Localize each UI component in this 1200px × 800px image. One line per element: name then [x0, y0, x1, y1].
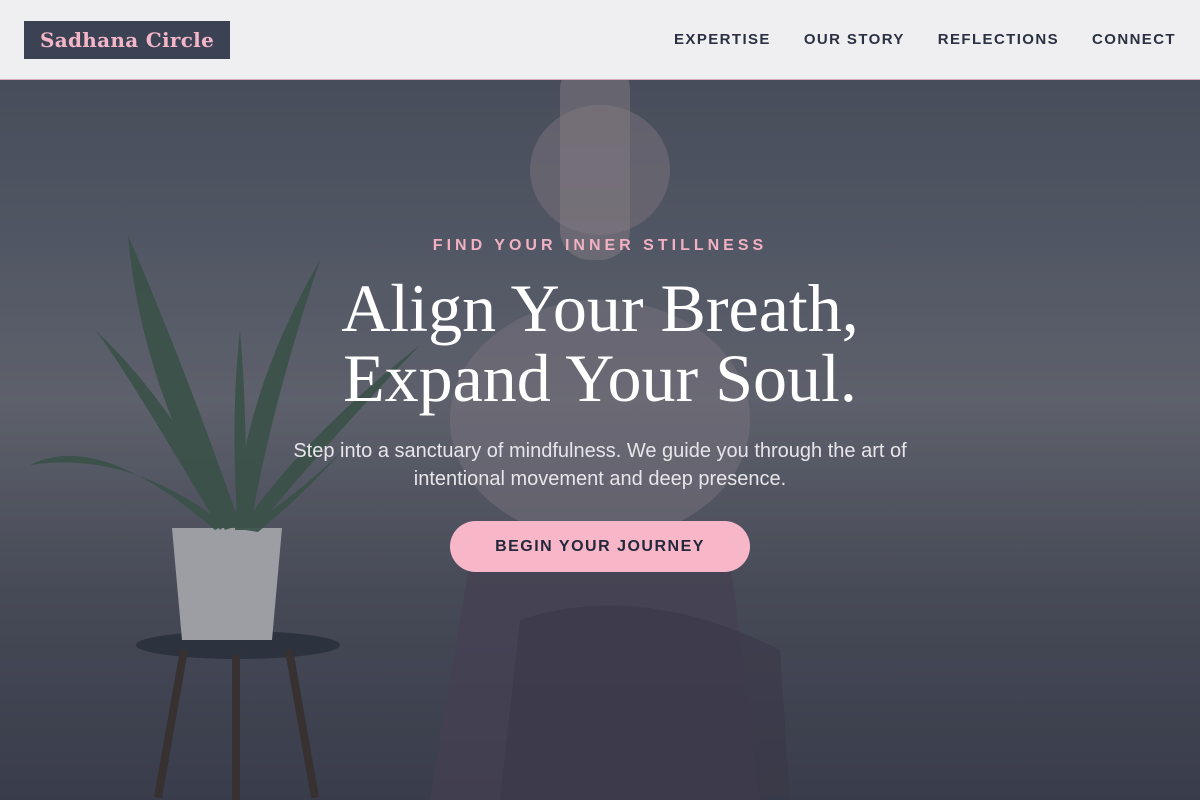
hero-headline: Align Your Breath, Expand Your Soul.	[341, 273, 859, 413]
hero-section: FIND YOUR INNER STILLNESS Align Your Bre…	[0, 0, 1200, 800]
begin-journey-button[interactable]: BEGIN YOUR JOURNEY	[450, 521, 750, 572]
hero-eyebrow: FIND YOUR INNER STILLNESS	[432, 237, 768, 254]
hero-headline-line-2: Expand Your Soul.	[343, 340, 857, 416]
hero-subheading: Step into a sanctuary of mindfulness. We…	[293, 440, 907, 490]
hero-headline-line-1: Align Your Breath,	[341, 270, 859, 346]
